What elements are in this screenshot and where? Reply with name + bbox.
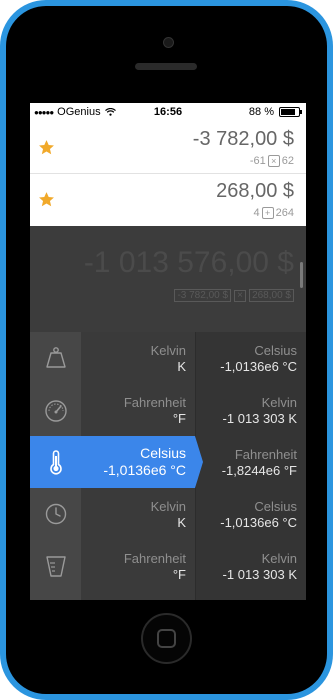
unit-value: °F: [172, 567, 186, 582]
unit-name: Celsius: [140, 445, 186, 461]
unit-value: K: [177, 515, 186, 530]
operand-1: -3 782,00 $: [174, 289, 232, 302]
mute-switch: [0, 98, 2, 112]
source-unit-item[interactable]: Kelvin K: [81, 332, 195, 384]
favorite-expression: -61 × 62: [250, 155, 294, 167]
unit-value: -1,0136e6 °C: [220, 515, 297, 530]
unit-value: -1 013 303 K: [222, 567, 297, 582]
multiply-operator-icon: ×: [267, 155, 280, 167]
front-camera: [163, 37, 174, 48]
target-unit-item[interactable]: Celsius -1,0136e6 °C: [196, 488, 306, 540]
unit-name: Celsius: [254, 343, 297, 358]
volume-down-button: [0, 160, 2, 184]
result-value: -1 013 576,00 $: [83, 246, 294, 279]
source-unit-item[interactable]: Kelvin K: [81, 488, 195, 540]
selected-source-unit[interactable]: Celsius -1,0136e6 °C: [81, 436, 195, 488]
target-unit-item-selected[interactable]: Fahrenheit -1,8244e6 °F: [196, 436, 306, 488]
unit-value: K: [177, 359, 186, 374]
unit-name: Fahrenheit: [123, 551, 186, 566]
unit-name: Celsius: [254, 499, 297, 514]
target-unit-item[interactable]: Kelvin -1 013 303 K: [196, 384, 306, 436]
display-scrollbar[interactable]: [300, 262, 303, 288]
unit-name: Kelvin: [261, 395, 297, 410]
target-unit-column[interactable]: Celsius -1,0136e6 °C Kelvin -1 013 303 K…: [195, 332, 306, 600]
source-unit-item[interactable]: Fahrenheit °F: [81, 540, 195, 592]
unit-picker: Celsius -1,0136e6 °C Kelvin -1 013 303 K…: [30, 332, 306, 600]
favorite-amount: 268,00 $: [216, 180, 294, 202]
expression-left-operand: 4: [253, 207, 260, 219]
app-screen: ●●●●● OGenius 16:56 88 % -3 782,00 $ -61…: [30, 103, 306, 600]
unit-value: -1,0136e6 °C: [220, 359, 297, 374]
favorite-expression: 4 + 264: [254, 207, 294, 219]
unit-value: -1,0136e6 °C: [103, 462, 186, 478]
category-time[interactable]: [30, 488, 81, 540]
earpiece-speaker: [135, 63, 197, 70]
unit-value: -1,8244e6 °F: [221, 463, 297, 478]
operand-2: 268,00 $: [249, 289, 294, 302]
unit-value: °F: [172, 411, 186, 426]
measuring-cup-icon: [45, 556, 66, 577]
category-speed[interactable]: [30, 384, 81, 436]
expression-right-operand: 264: [275, 207, 294, 219]
multiply-operator-icon: ×: [234, 289, 247, 302]
favorite-amount: -3 782,00 $: [192, 128, 294, 150]
unit-name: Kelvin: [150, 499, 186, 514]
expression-left-operand: -61: [249, 155, 266, 167]
unit-name: Kelvin: [150, 343, 186, 358]
thermometer-icon: [49, 450, 62, 475]
battery-percent: 88 %: [248, 106, 274, 118]
category-weight[interactable]: [30, 332, 81, 384]
speedometer-icon: [44, 400, 67, 422]
volume-up-button: [0, 128, 2, 152]
result-expression: -3 782,00 $ × 268,00 $: [174, 289, 294, 302]
plus-operator-icon: +: [261, 207, 274, 219]
weight-icon: [45, 347, 66, 368]
favorite-row[interactable]: 268,00 $ 4 + 264: [30, 174, 306, 227]
target-unit-item[interactable]: Kelvin -1 013 303 K: [196, 540, 306, 592]
category-temperature[interactable]: [30, 436, 81, 488]
star-icon[interactable]: [38, 191, 55, 208]
unit-name: Kelvin: [261, 551, 297, 566]
clock-icon: [45, 503, 66, 525]
expression-right-operand: 62: [281, 155, 294, 167]
calculator-display[interactable]: -1 013 576,00 $ -3 782,00 $ × 268,00 $: [30, 226, 306, 332]
favorite-row[interactable]: -3 782,00 $ -61 × 62: [30, 122, 306, 174]
star-icon[interactable]: [38, 139, 55, 156]
source-unit-item[interactable]: Fahrenheit °F: [81, 384, 195, 436]
target-unit-item[interactable]: Celsius -1,0136e6 °C: [196, 332, 306, 384]
unit-value: -1 013 303 K: [222, 411, 297, 426]
home-button[interactable]: [141, 613, 192, 664]
battery-icon: [279, 107, 302, 117]
category-volume[interactable]: [30, 540, 81, 592]
status-bar: ●●●●● OGenius 16:56 88 %: [30, 103, 306, 122]
unit-name: Fahrenheit: [234, 447, 297, 462]
unit-name: Fahrenheit: [123, 395, 186, 410]
